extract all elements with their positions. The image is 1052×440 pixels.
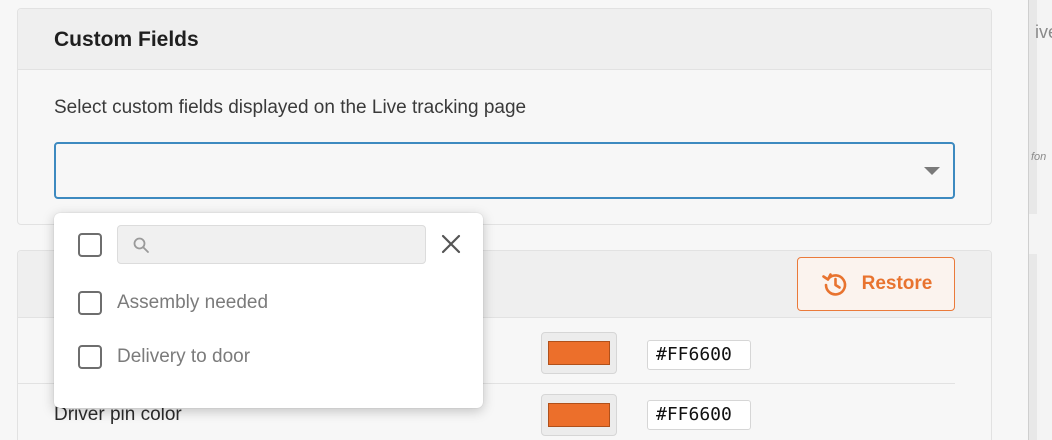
color-swatch-button[interactable]	[541, 332, 617, 374]
custom-fields-select[interactable]	[54, 142, 955, 199]
select-all-checkbox[interactable]	[78, 233, 102, 257]
custom-fields-card: Custom Fields Select custom fields displ…	[17, 8, 992, 225]
color-swatch-button[interactable]	[541, 394, 617, 436]
hex-color-field[interactable]: #FF6600	[647, 400, 751, 430]
color-swatch-fill	[548, 403, 610, 427]
restore-label: Restore	[861, 273, 933, 294]
hex-color-field[interactable]: #FF6600	[647, 340, 751, 370]
history-icon	[821, 273, 846, 296]
restore-button[interactable]: Restore	[797, 257, 955, 311]
color-swatch-fill	[548, 341, 610, 365]
caret-down-icon[interactable]	[924, 167, 940, 175]
option-checkbox[interactable]	[78, 291, 102, 315]
close-icon[interactable]	[439, 232, 463, 256]
custom-fields-description: Select custom fields displayed on the Li…	[54, 97, 527, 118]
dropdown-option-delivery-to-door[interactable]: Delivery to door	[54, 333, 483, 381]
custom-fields-title: Custom Fields	[54, 28, 199, 51]
option-label: Assembly needed	[117, 292, 269, 313]
search-icon	[133, 237, 149, 253]
dropdown-search[interactable]	[117, 225, 426, 264]
map-street-label: ive	[1035, 22, 1052, 42]
option-checkbox[interactable]	[78, 345, 102, 369]
map-road	[1029, 214, 1052, 254]
map-preview[interactable]: ive fon	[1028, 0, 1052, 440]
custom-fields-header: Custom Fields	[18, 9, 991, 70]
option-label: Delivery to door	[117, 346, 251, 367]
dropdown-search-input[interactable]	[158, 230, 418, 259]
dropdown-option-assembly-needed[interactable]: Assembly needed	[54, 279, 483, 327]
map-street-label: fon	[1031, 151, 1047, 163]
custom-fields-dropdown: Assembly needed Delivery to door	[54, 213, 483, 408]
